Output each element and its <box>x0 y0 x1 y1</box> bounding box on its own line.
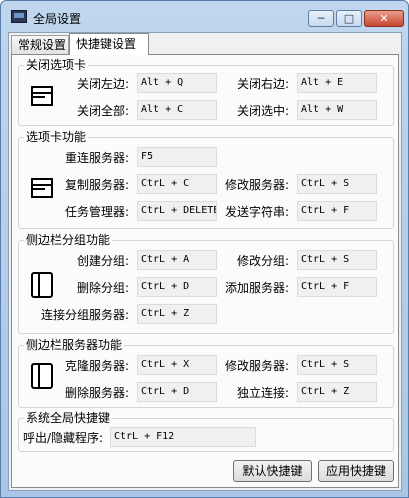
group-sidebar-server-functions: 侧边栏服务器功能 克隆服务器: CtrL + X 修改服务器: CtrL + S… <box>18 338 394 408</box>
settings-window: 全局设置 ─ □ ✕ 常规设置 快捷键设置 关闭选项卡 关闭左边: Alt + … <box>0 0 409 498</box>
label-add-server: 添加服务器: <box>224 281 289 295</box>
label-clone-server: 克隆服务器: <box>64 359 129 373</box>
label-connect-group-servers: 连接分组服务器: <box>40 308 129 322</box>
shortcut-delete-server[interactable]: CtrL + D <box>137 382 217 402</box>
group-close-tabs: 关闭选项卡 关闭左边: Alt + Q 关闭右边: Alt + E 关闭全部: … <box>18 58 394 126</box>
label-copy-server: 复制服务器: <box>64 178 129 192</box>
tab-window-icon <box>31 86 53 106</box>
sidebar-panel-icon <box>31 272 53 298</box>
group-title: 侧边栏分组功能 <box>24 233 113 247</box>
shortcut-add-server[interactable]: CtrL + F <box>297 277 377 297</box>
sidebar-panel-icon <box>31 363 53 389</box>
shortcut-copy-server[interactable]: CtrL + C <box>137 174 217 194</box>
tab-shortcut-settings[interactable]: 快捷键设置 <box>69 33 149 55</box>
shortcut-reconnect-server[interactable]: F5 <box>137 147 217 167</box>
label-delete-group: 删除分组: <box>76 281 129 295</box>
label-toggle-program: 呼出/隐藏程序: <box>23 431 104 445</box>
shortcut-edit-server[interactable]: CtrL + S <box>297 355 377 375</box>
group-sidebar-group-functions: 侧边栏分组功能 创建分组: CtrL + A 修改分组: CtrL + S 删除… <box>18 233 394 334</box>
default-shortcuts-button[interactable]: 默认快捷键 <box>233 460 312 482</box>
label-create-group: 创建分组: <box>76 254 129 268</box>
shortcut-connect-group-servers[interactable]: CtrL + Z <box>137 304 217 324</box>
group-title: 选项卡功能 <box>24 130 89 144</box>
shortcut-edit-server[interactable]: CtrL + S <box>297 174 377 194</box>
shortcut-close-right[interactable]: Alt + E <box>297 73 377 93</box>
apply-shortcuts-button[interactable]: 应用快捷键 <box>318 460 394 482</box>
client-area: 常规设置 快捷键设置 关闭选项卡 关闭左边: Alt + Q 关闭右边: Alt… <box>8 32 402 491</box>
group-title: 系统全局快捷键 <box>24 411 113 425</box>
label-standalone-connect: 独立连接: <box>236 386 289 400</box>
shortcut-clone-server[interactable]: CtrL + X <box>137 355 217 375</box>
label-close-all: 关闭全部: <box>76 104 129 118</box>
shortcut-edit-group[interactable]: CtrL + S <box>297 250 377 270</box>
shortcut-task-manager[interactable]: CtrL + DELETE <box>137 201 217 221</box>
group-title: 侧边栏服务器功能 <box>24 338 125 352</box>
label-reconnect-server: 重连服务器: <box>64 151 129 165</box>
shortcut-close-left[interactable]: Alt + Q <box>137 73 217 93</box>
label-close-left: 关闭左边: <box>76 77 129 91</box>
shortcut-settings-panel: 关闭选项卡 关闭左边: Alt + Q 关闭右边: Alt + E 关闭全部: … <box>11 54 399 488</box>
label-edit-server: 修改服务器: <box>224 359 289 373</box>
minimize-button[interactable]: ─ <box>308 10 334 27</box>
label-delete-server: 删除服务器: <box>64 386 129 400</box>
group-global-shortcut: 系统全局快捷键 呼出/隐藏程序: CtrL + F12 <box>18 411 394 452</box>
tab-window-icon <box>31 178 53 198</box>
shortcut-create-group[interactable]: CtrL + A <box>137 250 217 270</box>
shortcut-standalone-connect[interactable]: CtrL + Z <box>297 382 377 402</box>
title-bar[interactable]: 全局设置 ─ □ ✕ <box>1 1 408 31</box>
label-edit-server: 修改服务器: <box>224 178 289 192</box>
shortcut-close-all[interactable]: Alt + C <box>137 100 217 120</box>
close-button[interactable]: ✕ <box>364 10 404 27</box>
maximize-button[interactable]: □ <box>336 10 362 27</box>
shortcut-send-string[interactable]: CtrL + F <box>297 201 377 221</box>
label-close-selected: 关闭选中: <box>236 104 289 118</box>
label-task-manager: 任务管理器: <box>64 205 129 219</box>
shortcut-close-selected[interactable]: Alt + W <box>297 100 377 120</box>
shortcut-toggle-program[interactable]: CtrL + F12 <box>110 427 256 447</box>
window-title: 全局设置 <box>33 12 82 26</box>
label-edit-group: 修改分组: <box>236 254 289 268</box>
group-title: 关闭选项卡 <box>24 58 89 72</box>
tab-general-settings[interactable]: 常规设置 <box>11 35 69 55</box>
group-tab-functions: 选项卡功能 重连服务器: F5 复制服务器: CtrL + C 修改服务器: C… <box>18 130 394 229</box>
label-send-string: 发送字符串: <box>224 205 289 219</box>
shortcut-delete-group[interactable]: CtrL + D <box>137 277 217 297</box>
label-close-right: 关闭右边: <box>236 77 289 91</box>
app-monitor-icon <box>11 10 27 23</box>
